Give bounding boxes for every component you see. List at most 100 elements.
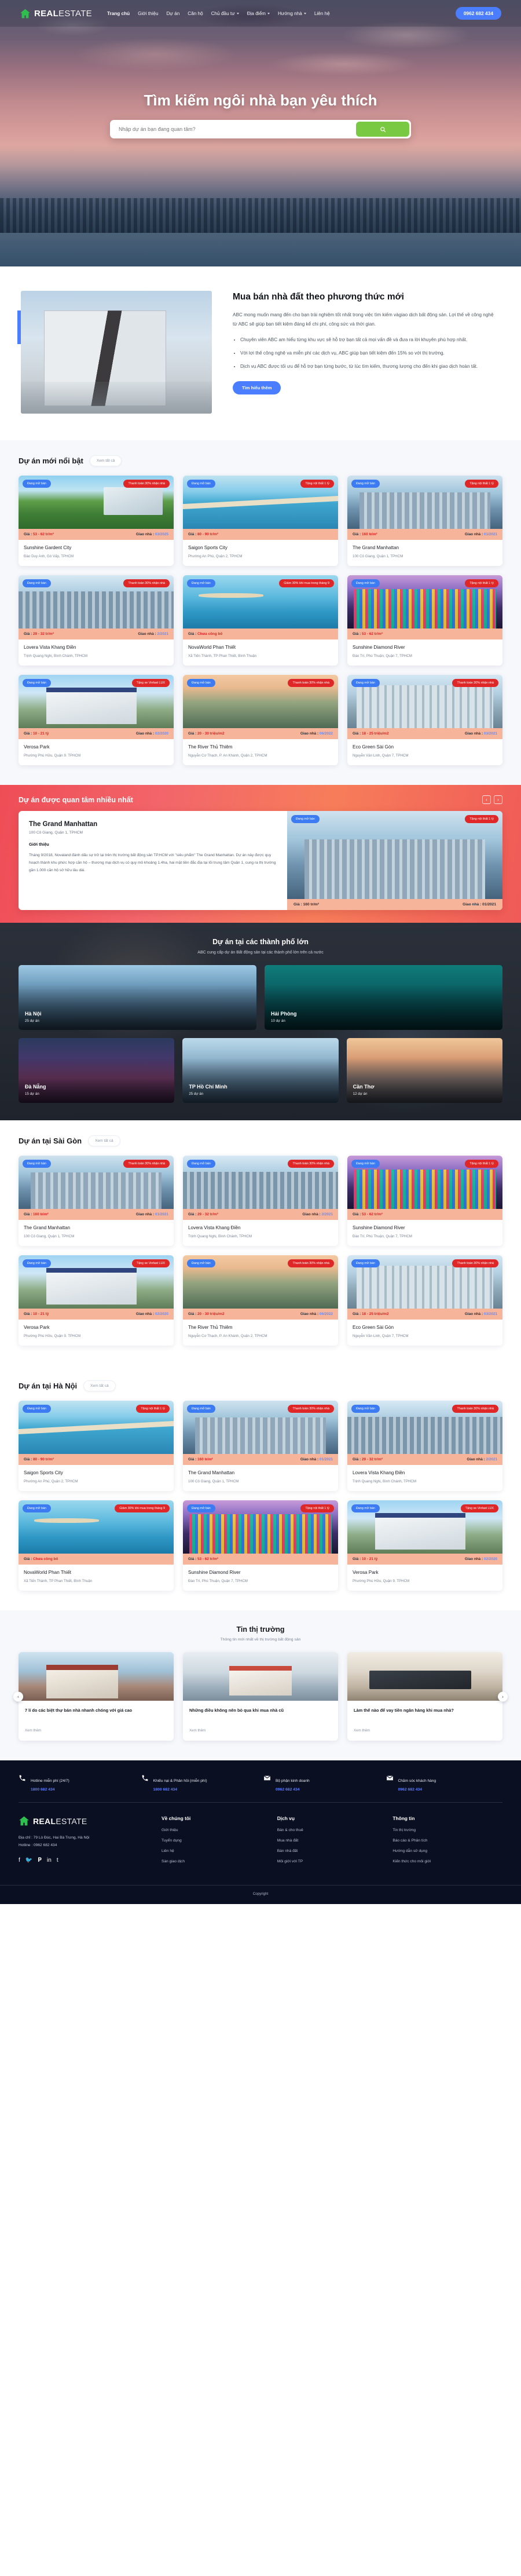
project-card[interactable]: Đang mở bán Tặng nội thất 1 tỷ Giá : 80 …: [183, 476, 338, 566]
footer-contact-value[interactable]: 0962 682 434: [276, 1788, 310, 1792]
nav-item-0[interactable]: Trang chủ: [107, 11, 130, 16]
project-image: Đang mở bán Thanh toán 30% nhận nhà: [183, 1401, 338, 1454]
footer-link[interactable]: Bán nhà đất: [277, 1849, 387, 1853]
project-badges: Đang mở bán Giảm 30% khi mua trong tháng…: [187, 579, 334, 587]
city-card[interactable]: Đà Nẵng 15 dự án: [19, 1038, 175, 1103]
search-input[interactable]: [112, 126, 356, 132]
news-card[interactable]: 7 lí do các biệt thự bán nhà nhanh chóng…: [19, 1652, 174, 1741]
promo-badge: Tặng nội thất 1 tỷ: [136, 1405, 170, 1413]
pinterest-icon[interactable]: 𝐏: [38, 1857, 42, 1864]
news-card[interactable]: Làm thế nào để vay tiền ngân hàng khi mu…: [347, 1652, 502, 1741]
cities-section: Dự án tại các thành phố lớn ABC cung cấp…: [0, 923, 521, 1120]
nav-item-2[interactable]: Dự án: [167, 11, 180, 16]
footer-contact-value[interactable]: 0962 682 434: [398, 1788, 436, 1792]
footer-contact-value[interactable]: 1800 682 434: [153, 1788, 207, 1792]
city-card[interactable]: Hải Phòng 10 dự án: [265, 965, 502, 1030]
news-read-more-link[interactable]: Xem thêm: [354, 1729, 496, 1733]
project-card[interactable]: Đang mở bán Thanh toán 30% nhận nhà Giá …: [183, 1255, 338, 1346]
featured-view-all-button[interactable]: Xem tất cả: [89, 455, 122, 466]
city-project-count: 15 dự án: [25, 1092, 39, 1096]
project-image: Đang mở bán Tặng nội thất 1 tỷ: [347, 575, 502, 629]
project-card[interactable]: Đang mở bán Tặng xe Vinfast LUX Giá : 10…: [347, 1500, 502, 1591]
project-body: NovaWorld Phan Thiết Xã Tiến Thành, TP P…: [183, 640, 338, 666]
footer-link[interactable]: Kiến thức cho môi giới: [392, 1859, 502, 1864]
site-header: REALESTATE Trang chủ Giới thiệu Dự án Căn h…: [0, 0, 521, 27]
facebook-icon[interactable]: f: [19, 1857, 20, 1864]
project-card[interactable]: Đang mở bán Tặng nội thất 1 tỷ Giá : 53 …: [347, 575, 502, 666]
project-address: Đào Duy Anh, Gò Vấp, TPHCM: [24, 554, 74, 558]
project-card[interactable]: Đang mở bán Thanh toán 30% nhận nhà Giá …: [183, 1401, 338, 1491]
project-price-row: Giá : 53 - 62 tr/m²: [347, 1209, 502, 1220]
project-card[interactable]: Đang mở bán Tặng xe Vinfast LUX Giá : 10…: [19, 1255, 174, 1346]
project-card[interactable]: Đang mở bán Tặng nội thất 1 tỷ Giá : 80 …: [19, 1401, 174, 1491]
site-logo[interactable]: REALESTATE: [20, 8, 92, 19]
city-name: Hà Nội: [25, 1011, 42, 1017]
city-card[interactable]: TP Hồ Chí Minh 25 dự án: [182, 1038, 339, 1103]
project-card[interactable]: Đang mở bán Thanh toán 30% nhận nhà Giá …: [19, 476, 174, 566]
project-image: Đang mở bán Tặng xe Vinfast LUX: [19, 1255, 174, 1309]
footer-link[interactable]: Báo cáo & Phân tích: [392, 1839, 502, 1843]
project-card[interactable]: Đang mở bán Tặng nội thất 1 tỷ Giá : 160…: [347, 476, 502, 566]
twitter-icon[interactable]: 🐦: [25, 1857, 32, 1864]
footer-link[interactable]: Bán & cho thuê: [277, 1828, 387, 1832]
project-card[interactable]: Đang mở bán Thanh toán 30% nhận nhà Giá …: [347, 675, 502, 765]
footer-link[interactable]: Tin thị trường: [392, 1828, 502, 1832]
tumblr-icon[interactable]: t: [57, 1857, 58, 1864]
footer-contact-value[interactable]: 1800 682 434: [31, 1788, 69, 1792]
project-card[interactable]: Đang mở bán Thanh toán 30% nhận nhà Giá …: [19, 575, 174, 666]
footer-link[interactable]: Liên hệ: [162, 1849, 271, 1853]
saigon-view-all-button[interactable]: Xem tất cả: [88, 1135, 120, 1146]
project-card[interactable]: Đang mở bán Tặng xe Vinfast LUX Giá : 10…: [19, 675, 174, 765]
footer-link[interactable]: Môi giới với TP: [277, 1859, 387, 1864]
project-address: Xã Tiến Thành, TP Phan Thiết, Bình Thuận: [188, 654, 257, 658]
footer-logo[interactable]: REALESTATE: [19, 1815, 156, 1826]
nav-item-7[interactable]: Liên hệ: [314, 11, 330, 16]
footer-link[interactable]: Mua nhà đất: [277, 1839, 387, 1843]
project-card[interactable]: Đang mở bán Thanh toán 30% nhận nhà Giá …: [19, 1156, 174, 1246]
news-subtitle: Thông tin mới nhất về thị trường bất độn…: [220, 1638, 301, 1642]
most-interested-card[interactable]: The Grand Manhattan 100 Cô Giang, Quận 1…: [19, 811, 502, 910]
news-read-more-link[interactable]: Xem thêm: [189, 1729, 332, 1733]
carousel-next-icon[interactable]: ›: [494, 795, 502, 804]
footer-link[interactable]: Tuyển dụng: [162, 1839, 271, 1843]
intro-learn-more-button[interactable]: Tìm hiểu thêm: [233, 381, 281, 395]
project-address: Phường An Phú, Quận 2, TPHCM: [24, 1479, 78, 1484]
nav-item-3[interactable]: Căn hộ: [188, 11, 203, 16]
header-phone-button[interactable]: 0962 682 434: [455, 7, 501, 20]
footer-link[interactable]: Giới thiệu: [162, 1828, 271, 1832]
project-card[interactable]: Đang mở bán Thanh toán 30% nhận nhà Giá …: [347, 1401, 502, 1491]
promo-badge: Tặng xe Vinfast LUX: [131, 1259, 170, 1267]
nav-item-6[interactable]: Hướng nhà: [278, 11, 306, 16]
project-name: Eco Green Sài Gòn: [353, 1325, 394, 1330]
city-text: Hải Phòng 10 dự án: [271, 1011, 297, 1023]
news-prev-icon[interactable]: ‹: [13, 1691, 23, 1701]
search-button[interactable]: [356, 122, 409, 137]
price-value: 160 tr/m²: [303, 902, 320, 907]
project-card[interactable]: Đang mở bán Tặng nội thất 1 tỷ Giá : 53 …: [183, 1500, 338, 1591]
city-card[interactable]: Cần Thơ 12 dự án: [346, 1038, 502, 1103]
handover-label: Giao nhà :: [464, 1312, 483, 1316]
project-card[interactable]: Đang mở bán Giảm 30% khi mua trong tháng…: [19, 1500, 174, 1591]
project-card[interactable]: Đang mở bán Thanh toán 30% nhận nhà Giá …: [183, 675, 338, 765]
handover-label: Giao nhà :: [300, 1312, 319, 1316]
nav-item-1[interactable]: Giới thiệu: [138, 11, 158, 16]
carousel-prev-icon[interactable]: ‹: [482, 795, 491, 804]
news-read-more-link[interactable]: Xem thêm: [25, 1729, 167, 1733]
linkedin-icon[interactable]: in: [47, 1857, 52, 1864]
project-card[interactable]: Đang mở bán Thanh toán 30% nhận nhà Giá …: [183, 1156, 338, 1246]
project-card[interactable]: Đang mở bán Thanh toán 30% nhận nhà Giá …: [347, 1255, 502, 1346]
project-price-row: Giá : 10 - 21 tỷ Giao nhà : 02/2020: [19, 728, 174, 739]
nav-item-5[interactable]: Địa điểm: [247, 11, 270, 16]
footer-link[interactable]: Sàn giao dịch: [162, 1859, 271, 1864]
hanoi-view-all-button[interactable]: Xem tất cả: [83, 1380, 116, 1391]
project-card[interactable]: Đang mở bán Tặng nội thất 1 tỷ Giá : 53 …: [347, 1156, 502, 1246]
price-label: Giá :: [293, 902, 302, 907]
project-card[interactable]: Đang mở bán Giảm 30% khi mua trong tháng…: [183, 575, 338, 666]
news-next-icon[interactable]: ›: [498, 1691, 508, 1701]
news-card[interactable]: Những điều không nên bỏ qua khi mua nhà …: [183, 1652, 338, 1741]
footer-contact-label: Khiếu nại & Phản hồi (miễn phí): [153, 1779, 207, 1783]
project-badges: Đang mở bán Tặng xe Vinfast LUX: [23, 679, 170, 687]
city-card[interactable]: Hà Nội 25 dự án: [19, 965, 256, 1030]
footer-link[interactable]: Hướng dẫn sử dụng: [392, 1849, 502, 1853]
nav-item-4[interactable]: Chủ đầu tư: [211, 11, 239, 16]
